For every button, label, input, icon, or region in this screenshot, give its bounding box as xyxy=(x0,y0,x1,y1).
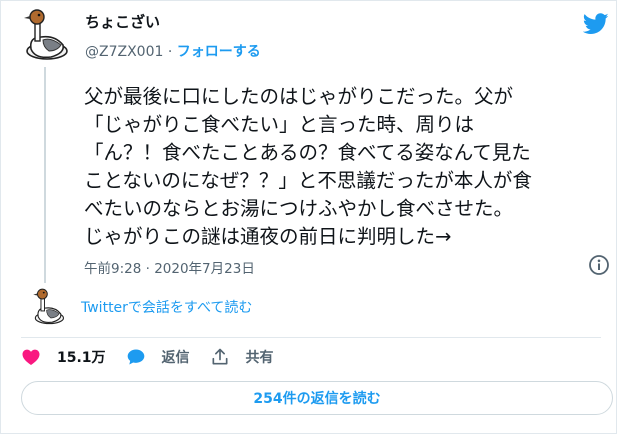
heart-icon xyxy=(22,349,40,365)
action-bar: 15.1万 返信 共有 xyxy=(21,346,294,368)
like-button[interactable]: 15.1万 xyxy=(21,347,106,367)
tweet-line: 父が最後に口にしたのはじゃがりこだった。父が xyxy=(84,85,514,108)
twitter-bird-icon[interactable] xyxy=(583,13,609,35)
separator: · xyxy=(167,44,173,60)
author-name[interactable]: ちょこざい xyxy=(85,11,160,32)
reply-label: 返信 xyxy=(161,350,190,366)
tweet-line: 「ん？！食べたことあるの？食べてる姿なんて見た xyxy=(84,141,531,164)
author-handle-row: @Z7ZX001 · フォローする xyxy=(85,41,261,61)
info-icon[interactable] xyxy=(588,254,610,276)
thread-line xyxy=(44,67,46,283)
tweet-text: 父が最後に口にしたのはじゃがりこだった。父が 「じゃがりこ食べたい」と言った時、… xyxy=(84,83,604,251)
tweet-line: べたいのならとお湯につけふやかし食べさせた。 xyxy=(84,197,514,220)
reply-button[interactable]: 返信 xyxy=(126,347,190,367)
duck-avatar-icon[interactable] xyxy=(29,287,67,325)
share-label: 共有 xyxy=(245,350,274,366)
divider xyxy=(21,337,601,338)
author-handle[interactable]: @Z7ZX001 xyxy=(85,44,163,60)
tweet-line: じゃがりこの謎は通夜の前日に判明した→ xyxy=(84,225,452,248)
read-replies-button[interactable]: 254件の返信を読む xyxy=(21,381,613,415)
tweet-card: ちょこざい @Z7ZX001 · フォローする 父が最後に口にしたのはじゃがりこ… xyxy=(0,0,617,434)
tweet-timestamp[interactable]: 午前9:28 · 2020年7月23日 xyxy=(84,257,255,277)
tweet-line: ことないのになぜ？？」と不思議だったが本人が食 xyxy=(84,169,532,192)
follow-button[interactable]: フォローする xyxy=(177,44,261,60)
share-icon xyxy=(212,348,228,365)
share-button[interactable]: 共有 xyxy=(210,347,274,367)
like-count: 15.1万 xyxy=(57,350,106,366)
tweet-line: 「じゃがりこ食べたい」と言った時、周りは xyxy=(84,113,475,136)
reply-bubble-icon xyxy=(127,349,144,365)
read-conversation-link[interactable]: Twitterで会話をすべて読む xyxy=(81,297,252,317)
duck-avatar-icon[interactable] xyxy=(21,7,69,61)
